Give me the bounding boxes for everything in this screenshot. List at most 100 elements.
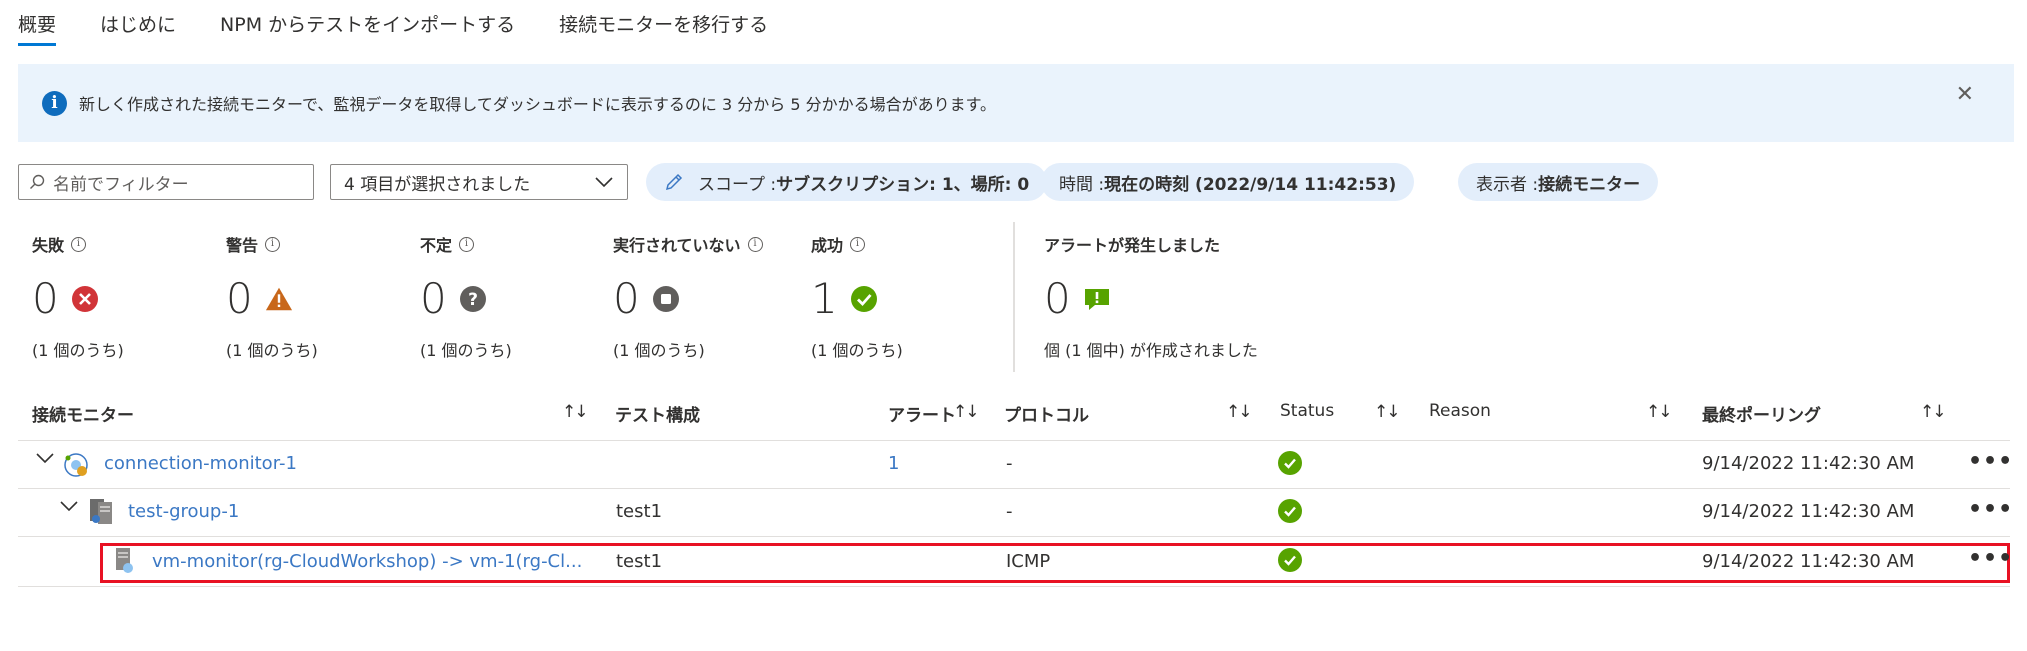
server-group-icon [88,497,114,529]
edit-icon [665,173,683,191]
check-icon [1278,451,1302,475]
stat-title: 失敗 [32,236,65,255]
tab-import-npm[interactable]: NPM からテストをインポートする [220,0,515,48]
view-pill[interactable]: 表示者 : 接続モニター [1458,163,1659,201]
stat-sub: (1 個のうち) [613,341,705,360]
stat-title: 成功 [811,236,844,255]
filter-placeholder: 名前でフィルター [53,174,189,195]
stat-sub: (1 個のうち) [811,341,903,360]
question-icon: ? [459,285,487,313]
info-icon[interactable]: i [71,236,87,252]
time-label: 時間 : [1059,174,1105,195]
alert-count-link[interactable]: 1 [888,453,899,474]
test-group-link[interactable]: test-group-1 [128,501,239,522]
view-label: 表示者 : [1476,174,1539,195]
time-value: 現在の時刻 (2022/9/14 11:42:53) [1104,174,1397,195]
divider [18,586,2010,587]
stat-warning: 警告 i 0 (1 個のうち) [226,232,318,361]
col-header-alert[interactable]: アラート [888,401,956,426]
banner-text: 新しく作成された接続モニターで、監視データを取得してダッシュボードに表示するのに… [79,95,997,114]
stop-icon [652,285,680,313]
stat-value: 0 [226,274,253,323]
sort-icon[interactable]: ↑↓ [1226,402,1252,422]
divider [18,488,2010,489]
connection-monitor-icon [62,451,90,483]
more-icon[interactable]: ••• [1968,497,2013,522]
view-value: 接続モニター [1538,174,1641,195]
col-header-status[interactable]: Status [1280,401,1334,421]
stat-value: 0 [32,274,59,323]
tab-overview[interactable]: 概要 [18,0,57,48]
item-select[interactable]: 4 項目が選択されました [330,164,628,200]
protocol-cell: ICMP [1006,551,1051,572]
svg-text:?: ? [468,290,478,310]
check-icon [1278,548,1302,572]
col-header-test-config[interactable]: テスト構成 [615,401,700,426]
test-item-link[interactable]: vm-monitor(rg-CloudWorkshop) -> vm-1(rg-… [152,551,582,572]
search-icon [30,174,45,189]
filter-input[interactable]: 名前でフィルター [18,164,314,200]
protocol-cell: - [1006,453,1013,474]
info-icon[interactable]: i [850,236,866,252]
test-config-cell: test1 [616,501,663,522]
col-header-protocol[interactable]: プロトコル [1004,401,1089,426]
select-value: 4 項目が選択されました [344,174,531,195]
stat-value: 0 [420,274,447,323]
scope-value: サブスクリプション: 1、場所: 0 [776,174,1030,195]
stat-not-running: 実行されていない i 0 (1 個のうち) [613,232,763,361]
info-icon[interactable]: i [459,236,475,252]
info-icon[interactable]: i [747,236,763,252]
tab-getting-started[interactable]: はじめに [100,0,176,48]
close-icon[interactable]: ✕ [1956,82,1974,107]
stat-title: 実行されていない [613,236,741,255]
check-icon [850,285,878,313]
more-icon[interactable]: ••• [1968,546,2013,571]
info-banner: i 新しく作成された接続モニターで、監視データを取得してダッシュボードに表示する… [18,64,2014,142]
sort-icon[interactable]: ↑↓ [562,402,588,422]
sort-icon[interactable]: ↑↓ [1920,402,1946,422]
tab-migrate[interactable]: 接続モニターを移行する [559,0,768,48]
test-config-cell: test1 [616,551,663,572]
stat-title: アラートが発生しました [1044,236,1221,255]
stat-sub: (1 個のうち) [32,341,124,360]
last-poll-cell: 9/14/2022 11:42:30 AM [1702,453,1915,474]
stat-indeterminate: 不定 i 0 ? (1 個のうち) [420,232,512,361]
protocol-cell: - [1006,501,1013,522]
stat-title: 不定 [420,236,453,255]
col-header-monitor[interactable]: 接続モニター [32,401,134,426]
stat-value: 1 [811,274,838,323]
stat-sub: (1 個のうち) [226,341,318,360]
stat-alerts: アラートが発生しました 0 個 (1 個中) が作成されました [1044,232,1258,361]
error-icon [71,285,99,313]
divider [18,440,2010,441]
chevron-down-icon[interactable] [36,452,54,468]
tab-bar: 概要 はじめに NPM からテストをインポートする 接続モニターを移行する [18,0,812,48]
col-header-last-poll[interactable]: 最終ポーリング [1702,401,1821,426]
stat-value: 0 [613,274,640,323]
divider [18,536,2010,537]
last-poll-cell: 9/14/2022 11:42:30 AM [1702,551,1915,572]
info-icon[interactable]: i [265,236,281,252]
stat-title: 警告 [226,236,259,255]
last-poll-cell: 9/14/2022 11:42:30 AM [1702,501,1915,522]
stat-failed: 失敗 i 0 (1 個のうち) [32,232,124,361]
chevron-down-icon[interactable] [60,500,78,516]
sort-icon[interactable]: ↑↓ [1374,402,1400,422]
check-icon [1278,499,1302,523]
alert-flag-icon [1083,285,1111,313]
stat-sub: (1 個のうち) [420,341,512,360]
more-icon[interactable]: ••• [1968,449,2013,474]
monitor-name-link[interactable]: connection-monitor-1 [104,453,297,474]
stat-success: 成功 i 1 (1 個のうち) [811,232,903,361]
vm-icon [112,546,136,578]
stat-value: 0 [1044,274,1071,323]
info-icon: i [42,90,67,116]
col-header-reason[interactable]: Reason [1429,401,1491,421]
stat-sub: 個 (1 個中) が作成されました [1044,341,1258,360]
warning-icon [265,285,293,313]
divider [1013,222,1015,372]
time-pill[interactable]: 時間 : 現在の時刻 (2022/9/14 11:42:53) [1041,163,1415,201]
sort-icon[interactable]: ↑↓ [953,402,979,422]
sort-icon[interactable]: ↑↓ [1646,402,1672,422]
scope-pill[interactable]: スコープ : サブスクリプション: 1、場所: 0 [646,163,1048,201]
